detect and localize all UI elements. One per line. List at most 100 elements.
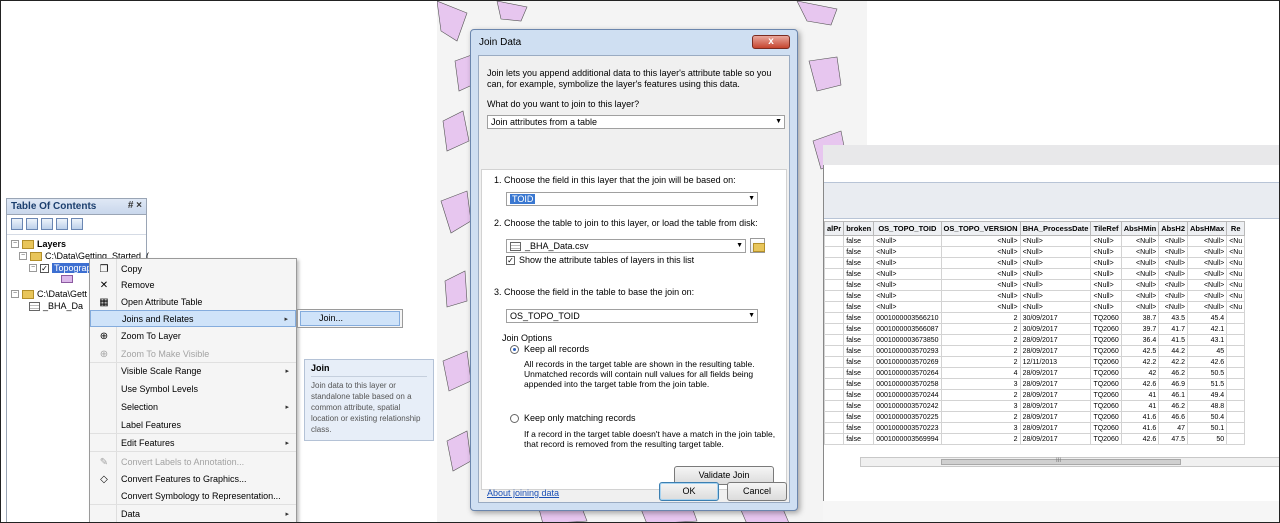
table-cell[interactable]: TQ2060 [1090,334,1122,346]
table-cell[interactable] [823,400,845,412]
table-cell[interactable]: 12/11/2013 [1019,356,1092,368]
table-cell[interactable]: TQ2060 [1090,312,1122,324]
table-cell[interactable]: 42 [1120,367,1160,379]
table-cell[interactable]: 45.4 [1186,312,1228,324]
collapse-icon[interactable]: − [11,290,19,298]
table-cell[interactable]: 28/09/2017 [1019,378,1092,390]
table-cell[interactable]: false [843,290,875,302]
table-row[interactable]: false <Null> <Null> <Null> <Null> <Null> <Null… [823,257,1246,269]
table-cell[interactable] [823,378,845,390]
table-cell[interactable]: 42.6 [1186,356,1228,368]
dropdown-arrow-icon[interactable]: ▼ [775,116,782,128]
table-cell[interactable]: <Null> [1120,290,1160,302]
table-cell[interactable]: <Null> [1090,279,1122,291]
show-tables-checkbox[interactable]: ✓ [506,256,515,265]
table-cell[interactable]: <Null> [1019,246,1092,258]
collapse-icon[interactable]: − [19,252,27,260]
table-cell[interactable]: false [843,411,875,423]
table-cell[interactable]: false [843,235,875,247]
table-cell[interactable]: <Null> [940,257,1021,269]
table-cell[interactable]: false [843,323,875,335]
table-cell[interactable]: 0001000003570242 [873,400,942,412]
list-by-visibility-icon[interactable] [41,218,53,230]
table-cell[interactable]: 4 [940,367,1021,379]
table-cell[interactable] [823,422,845,434]
context-menu-item[interactable]: Selection ▸ [90,399,296,416]
table-cell[interactable]: 50.4 [1186,411,1228,423]
table-row[interactable]: false 0001000003570244 2 28/09/2017 TQ2060 41… [823,389,1246,401]
table-cell[interactable]: 30/09/2017 [1019,323,1092,335]
table-cell[interactable] [823,312,845,324]
toc-window-controls[interactable]: # × [128,200,142,211]
table-cell[interactable] [823,367,845,379]
column-header[interactable]: OS_TOPO_VERSION [940,221,1021,236]
layers-node[interactable]: − Layers [11,239,66,249]
table-cell[interactable]: 42.5 [1120,345,1160,357]
dropdown-arrow-icon[interactable]: ▼ [748,193,755,205]
table-cell[interactable]: TQ2060 [1090,367,1122,379]
layer-visibility-checkbox[interactable]: ✓ [40,263,49,273]
column-header[interactable]: TileRef [1090,221,1122,236]
table-cell[interactable]: false [843,268,875,280]
dropdown-arrow-icon[interactable]: ▼ [748,310,755,322]
table-cell[interactable]: <Null> [1019,235,1092,247]
table-cell[interactable]: <Null> [1090,290,1122,302]
table-cell[interactable]: 46.6 [1158,411,1188,423]
table-cell[interactable]: 3 [940,422,1021,434]
context-menu-item[interactable]: Edit Features ▸ [90,435,296,452]
table-cell[interactable] [1226,422,1246,434]
column-header[interactable]: broken [843,221,875,236]
column-header[interactable]: Re [1226,221,1246,236]
table-cell[interactable]: <Null> [1186,246,1228,258]
table-cell[interactable] [1226,345,1246,357]
table-cell[interactable] [823,279,845,291]
table-cell[interactable] [823,389,845,401]
table-cell[interactable]: false [843,356,875,368]
table-cell[interactable]: 51.5 [1186,378,1228,390]
table-cell[interactable]: <Null> [1186,268,1228,280]
table-cell[interactable]: 28/09/2017 [1019,345,1092,357]
table-cell[interactable]: 47 [1158,422,1188,434]
table-row[interactable]: false 0001000003570269 2 12/11/2013 TQ2060 42… [823,356,1246,368]
collapse-icon[interactable]: − [11,240,19,248]
table-cell[interactable]: 0001000003673850 [873,334,942,346]
table-cell[interactable] [1226,312,1246,324]
table-cell[interactable]: <Null> [1186,235,1228,247]
table-cell[interactable]: <Null> [1019,268,1092,280]
table-cell[interactable]: false [843,334,875,346]
table-cell[interactable]: <Null> [1186,301,1228,313]
context-menu-item[interactable]: ❐ Copy [90,261,296,278]
horizontal-scrollbar[interactable]: III [860,457,1279,467]
table-cell[interactable]: <Null> [873,235,942,247]
table-cell[interactable]: <Null> [1019,279,1092,291]
table-cell[interactable]: 43.5 [1158,312,1188,324]
bha-table-row[interactable]: _BHA_Da [29,301,83,311]
table-cell[interactable]: 46.2 [1158,367,1188,379]
table-cell[interactable]: 42.6 [1120,433,1160,445]
table-cell[interactable]: TQ2060 [1090,411,1122,423]
table-row[interactable]: false <Null> <Null> <Null> <Null> <Null> <Null… [823,301,1246,313]
table-cell[interactable]: <Nu [1226,279,1246,291]
table-cell[interactable] [823,235,845,247]
about-joining-link[interactable]: About joining data [487,488,559,498]
table-cell[interactable]: TQ2060 [1090,422,1122,434]
table-cell[interactable]: <Null> [873,290,942,302]
table-cell[interactable]: <Null> [1090,268,1122,280]
table-cell[interactable]: 42.6 [1120,378,1160,390]
table-cell[interactable]: <Null> [1186,279,1228,291]
column-header[interactable]: AbsHMax [1186,221,1228,236]
context-menu-item[interactable]: ▦ Open Attribute Table [90,294,296,311]
table-cell[interactable]: 28/09/2017 [1019,367,1092,379]
browse-folder-icon[interactable] [750,238,765,253]
table-cell[interactable]: <Nu [1226,301,1246,313]
table-cell[interactable]: TQ2060 [1090,345,1122,357]
join-type-dropdown[interactable]: Join attributes from a table ▼ [487,115,785,129]
context-menu-item[interactable]: Use Symbol Levels [90,381,296,398]
table-cell[interactable]: 45 [1186,345,1228,357]
table-cell[interactable]: 28/09/2017 [1019,411,1092,423]
table-cell[interactable]: false [843,378,875,390]
table-cell[interactable]: 2 [940,389,1021,401]
table-cell[interactable]: false [843,257,875,269]
table-cell[interactable]: <Null> [940,268,1021,280]
table-cell[interactable]: 28/09/2017 [1019,389,1092,401]
